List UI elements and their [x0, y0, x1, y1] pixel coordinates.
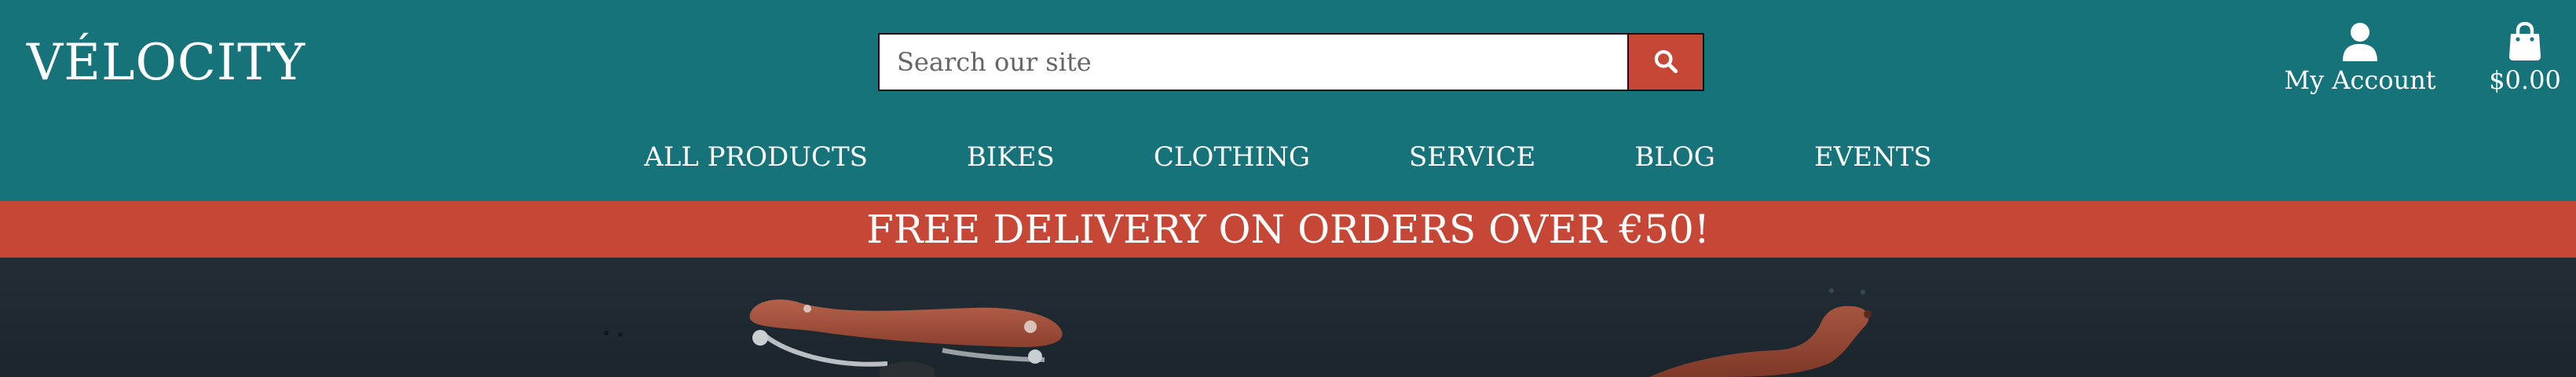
nav-item-bikes[interactable]: BIKES	[917, 138, 1104, 176]
search-icon	[1652, 48, 1679, 77]
hero-image	[0, 258, 2576, 377]
nav-item-blog[interactable]: BLOG	[1585, 138, 1765, 176]
my-account-link[interactable]: My Account	[2278, 22, 2442, 96]
site-logo[interactable]: VÉLOCITY	[27, 31, 306, 94]
nav-item-service[interactable]: SERVICE	[1359, 138, 1585, 176]
shopping-bag-icon	[2482, 21, 2568, 63]
search-form	[878, 33, 1704, 91]
nav-item-events[interactable]: EVENTS	[1765, 138, 1981, 176]
user-icon	[2278, 22, 2442, 63]
cart-total: $0.00	[2489, 65, 2561, 95]
site-header: VÉLOCITY My Account	[0, 0, 2576, 201]
nav-item-all-products[interactable]: ALL PRODUCTS	[595, 138, 917, 176]
cart-link[interactable]: $0.00	[2482, 21, 2568, 96]
hero-bike-illustration	[604, 288, 1872, 377]
handlebar	[1649, 306, 1869, 377]
search-button[interactable]	[1627, 35, 1703, 90]
search-input[interactable]	[880, 35, 1627, 90]
nav-item-clothing[interactable]: CLOTHING	[1104, 138, 1359, 176]
main-nav: ALL PRODUCTS BIKES CLOTHING SERVICE BLOG…	[0, 138, 2576, 176]
promo-banner: FREE DELIVERY ON ORDERS OVER €50!	[0, 201, 2576, 258]
saddle	[749, 299, 1063, 347]
my-account-label: My Account	[2284, 65, 2436, 95]
